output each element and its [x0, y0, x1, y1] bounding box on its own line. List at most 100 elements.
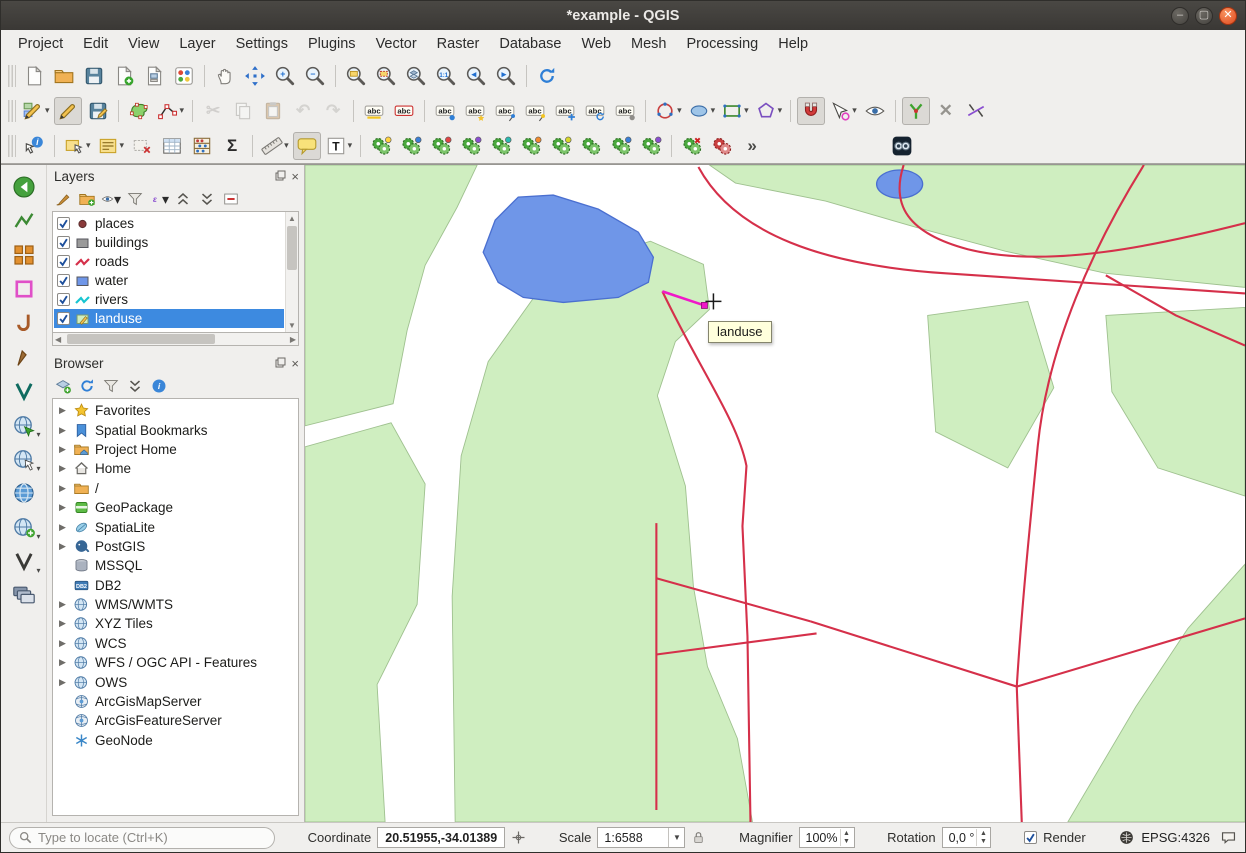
refresh-browser-button[interactable] [77, 376, 97, 396]
expand-arrow-icon[interactable]: ▶ [57, 502, 68, 513]
enable-properties-widget-button[interactable]: i [149, 376, 169, 396]
browser-item-arcgisfeatureserver[interactable]: ArcGisFeatureServer [53, 711, 298, 730]
close-button[interactable]: ✕ [1219, 7, 1237, 25]
browser-float-icon[interactable] [275, 356, 286, 371]
union-tool-button[interactable] [487, 132, 515, 160]
zoom-last-button[interactable]: ◂ [462, 62, 490, 90]
filter-by-expression-button[interactable]: ε▾ [149, 189, 169, 209]
select-features-button[interactable]: ▾ [61, 132, 93, 160]
menu-vector[interactable]: Vector [367, 33, 426, 55]
map-canvas[interactable]: landuse [305, 165, 1245, 822]
show-layout-manager-button[interactable] [140, 62, 168, 90]
spin-arrows[interactable]: ▲▼ [976, 829, 989, 846]
expand-arrow-icon[interactable]: ▶ [57, 677, 68, 688]
eliminate-tool-button[interactable] [637, 132, 665, 160]
magnifier-spinbox[interactable]: 100% ▲▼ [799, 827, 855, 848]
layer-row-buildings[interactable]: buildings [54, 233, 284, 252]
zoom-to-layer-button[interactable] [402, 62, 430, 90]
rail-freehand-spike[interactable] [9, 343, 39, 370]
enable-tracing-button[interactable] [902, 97, 930, 125]
scale-dropdown-arrow[interactable]: ▼ [668, 828, 684, 847]
text-annotation-button[interactable]: T▾ [323, 132, 355, 160]
zoom-next-button[interactable]: ▸ [492, 62, 520, 90]
rail-globe-add[interactable]: ▾ [9, 513, 39, 540]
expand-arrow-icon[interactable]: ▶ [57, 483, 68, 494]
menu-edit[interactable]: Edit [74, 33, 117, 55]
layers-horizontal-scrollbar[interactable]: ◀ ▶ [52, 333, 299, 346]
expand-arrow-icon[interactable]: ▶ [57, 425, 68, 436]
browser-item-wms-wmts[interactable]: ▶WMS/WMTS [53, 595, 298, 614]
scroll-up-icon[interactable]: ▲ [286, 214, 298, 223]
expand-arrow-icon[interactable]: ▶ [57, 638, 68, 649]
menu-project[interactable]: Project [9, 33, 72, 55]
menu-settings[interactable]: Settings [227, 33, 297, 55]
layers-vertical-scrollbar[interactable]: ▲ ▼ [285, 212, 298, 332]
rail-globe-select[interactable]: ▾ [9, 445, 39, 472]
rail-web-globe[interactable] [9, 479, 39, 506]
scroll-right-icon[interactable]: ▶ [290, 335, 296, 344]
browser-item-arcgismapserver[interactable]: ArcGisMapServer [53, 692, 298, 711]
open-project-button[interactable] [50, 62, 78, 90]
osm-place-search-button[interactable] [888, 132, 916, 160]
rail-vertex-v[interactable] [9, 377, 39, 404]
symmetrical-difference-tool-button[interactable] [607, 132, 635, 160]
buffer-tool-button[interactable] [427, 132, 455, 160]
toolbar-grip[interactable] [8, 135, 16, 157]
vertex-tool-button[interactable]: ▾ [155, 97, 187, 125]
add-group-button[interactable] [77, 189, 97, 209]
browser-item-mssql[interactable]: MSSQL [53, 556, 298, 575]
digitize-rectangle-button[interactable]: ▾ [719, 97, 751, 125]
rail-rectangle-outline[interactable] [9, 275, 39, 302]
layer-row-landuse[interactable]: landuse [54, 309, 284, 328]
intersection-tool-button[interactable] [457, 132, 485, 160]
layer-diagram-options-button[interactable]: abc [390, 97, 418, 125]
filter-browser-button[interactable] [101, 376, 121, 396]
menu-web[interactable]: Web [572, 33, 620, 55]
zoom-to-selection-button[interactable] [372, 62, 400, 90]
open-layer-styling-button[interactable] [53, 189, 73, 209]
toggle-editing-button[interactable] [54, 97, 82, 125]
rail-globe-export[interactable]: ▾ [9, 411, 39, 438]
difference-tool-button[interactable] [517, 132, 545, 160]
expand-arrow-icon[interactable]: ▶ [57, 522, 68, 533]
layer-visibility-checkbox[interactable] [57, 312, 70, 325]
split-features-button[interactable] [962, 97, 990, 125]
render-checkbox[interactable] [1024, 831, 1037, 844]
browser-item-xyz-tiles[interactable]: ▶XYZ Tiles [53, 614, 298, 633]
show-hidden-labels-button[interactable]: abc [521, 97, 549, 125]
manage-map-themes-button[interactable]: ▾ [101, 189, 121, 209]
collapse-all-button[interactable] [197, 189, 217, 209]
digitize-regular-polygon-button[interactable]: ▾ [753, 97, 785, 125]
change-label-button[interactable]: abc [461, 97, 489, 125]
crs-icon[interactable] [1118, 829, 1135, 846]
identify-features-button[interactable]: i [20, 132, 48, 160]
more-toolbars-button[interactable]: » [738, 132, 766, 160]
layer-row-water[interactable]: water [54, 271, 284, 290]
browser-item-wfs-ogc-api-features[interactable]: ▶WFS / OGC API - Features [53, 653, 298, 672]
pan-map-button[interactable] [211, 62, 239, 90]
crs-status[interactable]: EPSG:4326 [1141, 830, 1210, 845]
layer-visibility-checkbox[interactable] [57, 274, 70, 287]
rail-curve-hook[interactable] [9, 309, 39, 336]
change-label-properties-button[interactable]: abc [611, 97, 639, 125]
lock-scale-icon[interactable] [691, 830, 706, 845]
layer-row-rivers[interactable]: rivers [54, 290, 284, 309]
expand-arrow-icon[interactable]: ▶ [57, 541, 68, 552]
select-by-form-button[interactable]: ▾ [95, 132, 127, 160]
rail-vector-v[interactable]: ▾ [9, 547, 39, 574]
browser-item-spatial-bookmarks[interactable]: ▶Spatial Bookmarks [53, 420, 298, 439]
browser-item-geonode[interactable]: GeoNode [53, 731, 298, 750]
browser-item-wcs[interactable]: ▶WCS [53, 634, 298, 653]
expand-arrow-icon[interactable]: ▶ [57, 463, 68, 474]
zoom-full-extent-button[interactable] [342, 62, 370, 90]
style-manager-button[interactable] [170, 62, 198, 90]
menu-layer[interactable]: Layer [170, 33, 224, 55]
new-print-layout-button[interactable] [110, 62, 138, 90]
expand-arrow-icon[interactable]: ▶ [57, 444, 68, 455]
current-edits-button[interactable]: ▾ [20, 97, 52, 125]
scroll-down-icon[interactable]: ▼ [286, 321, 298, 330]
expand-arrow-icon[interactable]: ▶ [57, 657, 68, 668]
layers-float-icon[interactable] [275, 169, 286, 184]
refresh-map-button[interactable] [533, 62, 561, 90]
open-attribute-table-button[interactable] [158, 132, 186, 160]
